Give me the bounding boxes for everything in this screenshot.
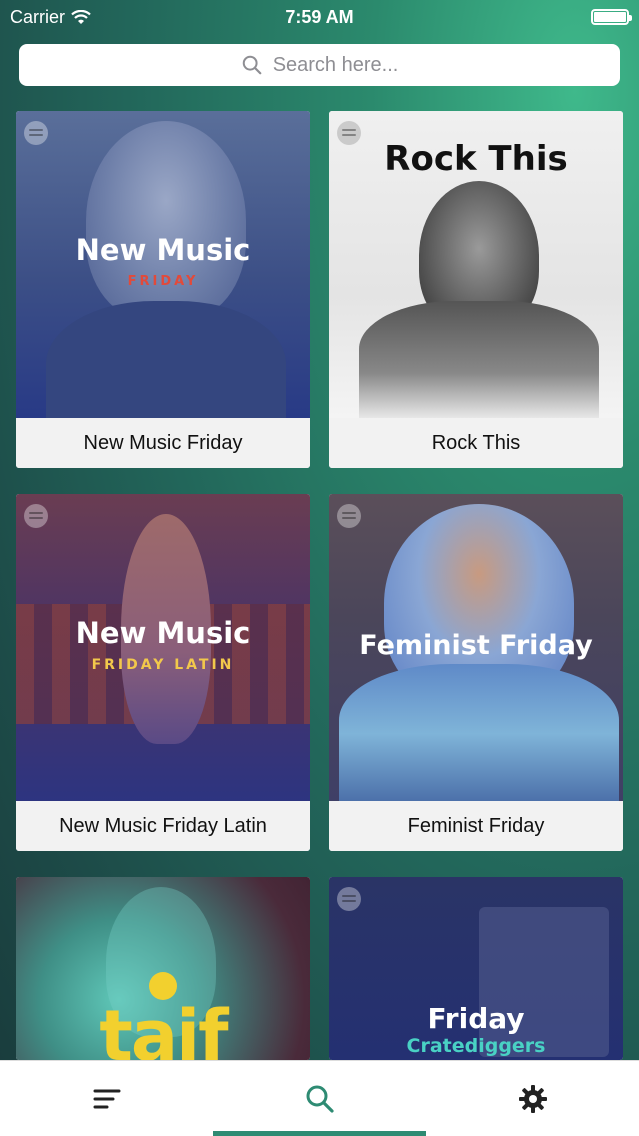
playlist-card[interactable]: New Music FRIDAY LATIN New Music Friday …: [16, 494, 310, 851]
tab-bar: [0, 1060, 639, 1136]
battery-icon: [591, 9, 632, 25]
cover-title: Rock This: [384, 139, 568, 179]
playlist-card[interactable]: taif: [16, 877, 310, 1060]
search-icon: [242, 55, 262, 75]
spotify-logo-icon: [24, 504, 48, 528]
cover-subtitle: FRIDAY LATIN: [91, 657, 235, 673]
cover-title: Feminist Friday: [359, 630, 593, 661]
playlist-cover: Feminist Friday: [329, 494, 623, 801]
playlist-cover: Friday Cratediggers: [329, 877, 623, 1060]
spotify-logo-icon: [24, 121, 48, 145]
playlist-card[interactable]: Rock This Rock This: [329, 111, 623, 468]
tab-search[interactable]: [213, 1061, 426, 1136]
cover-subtitle: Cratediggers: [406, 1035, 546, 1057]
playlist-card[interactable]: New Music FRIDAY New Music Friday: [16, 111, 310, 468]
cover-title: taif: [99, 995, 228, 1060]
status-bar: Carrier 7:59 AM: [0, 0, 639, 34]
cover-title: Friday: [427, 1002, 525, 1035]
playlist-title: New Music Friday: [16, 418, 310, 468]
playlist-title: Feminist Friday: [329, 801, 623, 851]
search-icon: [306, 1085, 334, 1113]
playlist-card[interactable]: Feminist Friday Feminist Friday: [329, 494, 623, 851]
playlist-cover: Rock This: [329, 111, 623, 418]
menu-lines-icon: [93, 1089, 120, 1109]
tab-settings[interactable]: [426, 1061, 639, 1136]
playlist-cover: New Music FRIDAY LATIN: [16, 494, 310, 801]
spotify-logo-icon: [337, 504, 361, 528]
cover-subtitle: FRIDAY: [127, 274, 199, 289]
playlist-cover: New Music FRIDAY: [16, 111, 310, 418]
tab-browse[interactable]: [0, 1061, 213, 1136]
search-placeholder: Search here...: [272, 53, 399, 76]
search-input[interactable]: Search here...: [19, 44, 620, 86]
playlist-title: Rock This: [329, 418, 623, 468]
cover-title: New Music: [75, 616, 251, 650]
playlist-cover: taif: [16, 877, 310, 1060]
playlist-title: New Music Friday Latin: [16, 801, 310, 851]
playlist-card[interactable]: Friday Cratediggers: [329, 877, 623, 1060]
active-tab-indicator: [213, 1131, 426, 1136]
spotify-logo-icon: [337, 887, 361, 911]
gear-icon: [518, 1085, 547, 1113]
status-time: 7:59 AM: [285, 7, 354, 27]
cover-title: New Music: [75, 233, 251, 267]
